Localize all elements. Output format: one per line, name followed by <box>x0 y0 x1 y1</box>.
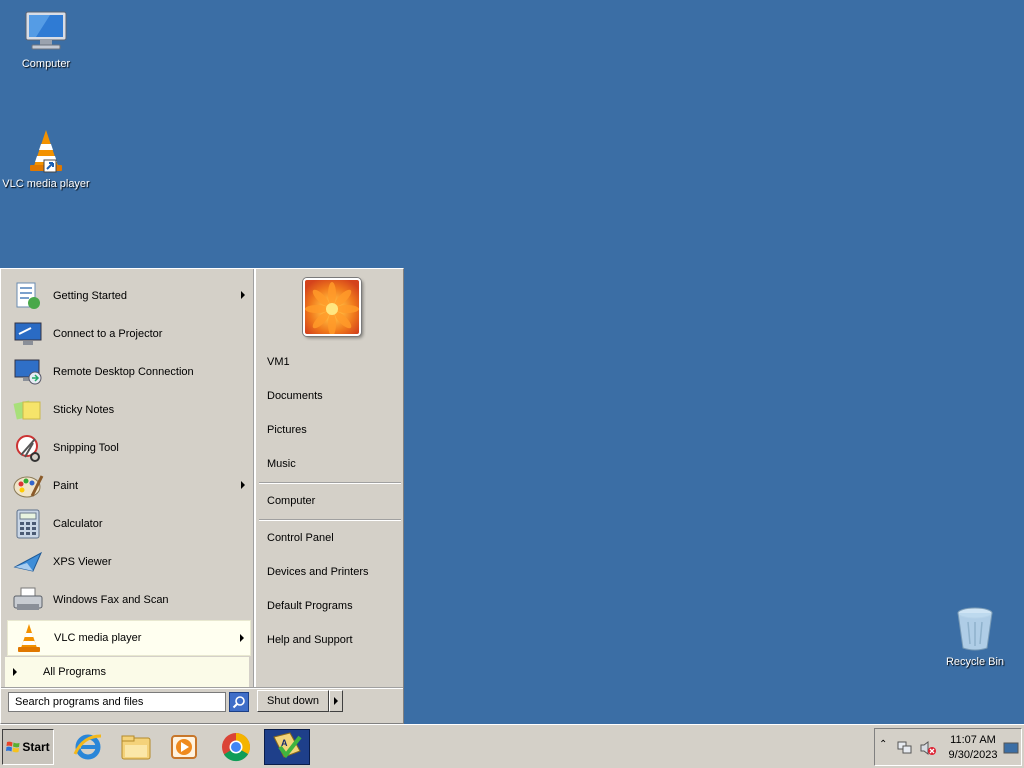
program-label: Remote Desktop Connection <box>53 366 194 378</box>
volume-muted-icon[interactable] <box>919 740 937 756</box>
clock[interactable]: 11:07 AM 9/30/2023 <box>945 733 1001 763</box>
program-vlc-media-player[interactable]: VLC media player <box>7 620 251 656</box>
fax-scan-icon <box>11 583 45 617</box>
program-paint[interactable]: Paint <box>7 468 251 504</box>
svg-text:A: A <box>281 738 288 748</box>
shutdown-button[interactable]: Shut down <box>257 690 329 712</box>
remote-desktop-icon <box>11 355 45 389</box>
taskbar: Start A ⌃ 11:07 AM 9/30/2023 <box>0 724 1024 768</box>
desktop-icon-vlc[interactable]: VLC media player <box>0 128 92 190</box>
vlc-icon <box>30 130 62 173</box>
desktop-icon-label: Computer <box>21 58 71 70</box>
start-menu: Getting Started Connect to a Projector R… <box>0 268 404 724</box>
snipping-tool-icon <box>11 431 45 465</box>
pane-divider <box>253 269 256 687</box>
taskbar-windows-explorer[interactable] <box>118 729 154 765</box>
all-programs-arrow-icon <box>13 668 17 676</box>
program-connect-projector[interactable]: Connect to a Projector <box>7 316 251 352</box>
separator <box>1 687 403 689</box>
desktop-icon-computer[interactable]: Computer <box>0 10 92 70</box>
program-label: VLC media player <box>54 632 142 644</box>
search-icon <box>232 696 245 709</box>
control-panel-link[interactable]: Control Panel <box>267 532 334 544</box>
start-menu-bottom-row: Search programs and files Shut down <box>1 687 403 723</box>
show-hidden-icons-button[interactable]: ⌃ <box>879 739 887 750</box>
taskbar-internet-explorer[interactable] <box>70 729 106 765</box>
windows-logo-icon <box>6 741 20 753</box>
devices-printers-link[interactable]: Devices and Printers <box>267 566 369 578</box>
program-label: Paint <box>53 480 79 492</box>
desktop-icon-recycle-bin[interactable]: Recycle Bin <box>929 606 1021 668</box>
start-button[interactable]: Start <box>2 729 54 765</box>
user-picture[interactable] <box>303 278 361 336</box>
program-label: Calculator <box>53 518 103 530</box>
program-label: XPS Viewer <box>53 556 112 568</box>
program-label: Getting Started <box>53 290 127 302</box>
program-fax-scan[interactable]: Windows Fax and Scan <box>7 582 251 618</box>
program-xps-viewer[interactable]: XPS Viewer <box>7 544 251 580</box>
program-getting-started[interactable]: Getting Started <box>7 278 251 314</box>
network-icon[interactable] <box>897 740 913 756</box>
paint-icon <box>11 469 45 503</box>
calculator-icon <box>11 507 45 541</box>
vlc-icon <box>12 621 46 655</box>
submenu-arrow-icon <box>240 634 244 642</box>
xps-viewer-icon <box>11 545 45 579</box>
search-input[interactable]: Search programs and files <box>8 692 226 712</box>
active-app-icon: A <box>273 732 302 759</box>
search-button[interactable] <box>229 692 249 712</box>
computer-link[interactable]: Computer <box>267 495 315 507</box>
separator <box>259 482 401 484</box>
windows-explorer-icon <box>121 735 151 760</box>
separator <box>259 519 401 521</box>
start-label: Start <box>22 740 50 754</box>
computer-icon <box>25 11 67 50</box>
notification-area: ⌃ 11:07 AM 9/30/2023 <box>874 728 1022 766</box>
flower-icon <box>305 282 359 334</box>
clock-time: 11:07 AM <box>950 734 996 746</box>
help-support-link[interactable]: Help and Support <box>267 634 353 646</box>
taskbar-media-player[interactable] <box>166 729 202 765</box>
shutdown-options-button[interactable] <box>329 690 343 712</box>
program-calculator[interactable]: Calculator <box>7 506 251 542</box>
submenu-arrow-icon <box>241 481 245 489</box>
clock-date: 9/30/2023 <box>948 749 998 761</box>
start-menu-programs-pane: Getting Started Connect to a Projector R… <box>5 272 253 684</box>
all-programs-button[interactable]: All Programs <box>5 657 249 687</box>
search-placeholder: Search programs and files <box>15 696 144 708</box>
taskbar-chrome[interactable] <box>218 729 254 765</box>
projector-icon <box>11 317 45 351</box>
program-label: Windows Fax and Scan <box>53 594 169 606</box>
all-programs-label: All Programs <box>43 666 106 678</box>
sticky-notes-icon <box>11 393 45 427</box>
shutdown-label: Shut down <box>267 695 319 707</box>
program-snipping-tool[interactable]: Snipping Tool <box>7 430 251 466</box>
chrome-icon <box>222 733 250 762</box>
taskbar-active-app[interactable]: A <box>264 729 310 765</box>
submenu-arrow-icon <box>241 291 245 299</box>
chevron-right-icon <box>334 697 338 705</box>
start-menu-places-pane: VM1 Documents Pictures Music Computer Co… <box>257 269 403 687</box>
desktop-icon-label: VLC media player <box>2 178 90 190</box>
media-player-icon <box>171 735 197 759</box>
show-desktop-icon[interactable] <box>1003 742 1019 754</box>
desktop-icon-label: Recycle Bin <box>945 656 1005 668</box>
program-label: Sticky Notes <box>53 404 115 416</box>
program-remote-desktop[interactable]: Remote Desktop Connection <box>7 354 251 390</box>
music-link[interactable]: Music <box>267 458 296 470</box>
pictures-link[interactable]: Pictures <box>267 424 307 436</box>
program-label: Connect to a Projector <box>53 328 163 340</box>
internet-explorer-icon <box>73 734 102 760</box>
documents-link[interactable]: Documents <box>267 390 323 402</box>
getting-started-icon <box>11 279 45 313</box>
program-label: Snipping Tool <box>53 442 119 454</box>
user-folder-link[interactable]: VM1 <box>267 356 290 368</box>
recycle-bin-icon <box>957 607 993 651</box>
program-sticky-notes[interactable]: Sticky Notes <box>7 392 251 428</box>
default-programs-link[interactable]: Default Programs <box>267 600 353 612</box>
